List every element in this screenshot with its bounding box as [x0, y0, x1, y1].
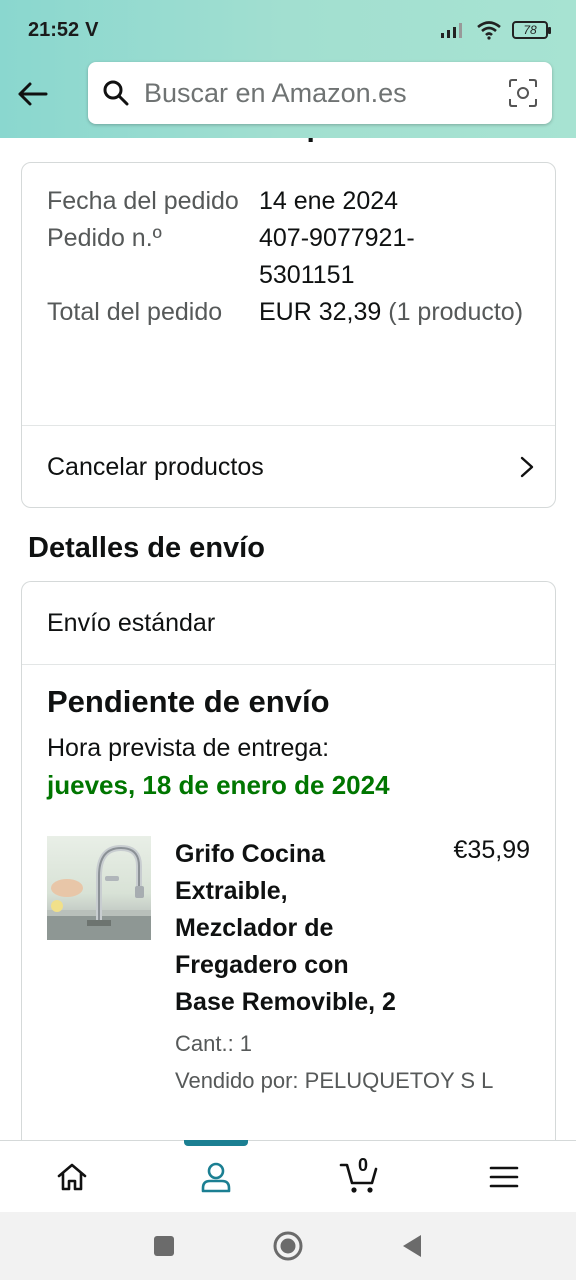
delivery-label: Hora prevista de entrega:	[47, 734, 330, 762]
search-input[interactable]: Buscar en Amazon.es	[88, 62, 552, 124]
status-time-group: 21:52 V	[28, 19, 99, 42]
cart-count: 0	[358, 1155, 369, 1175]
divider	[22, 664, 555, 665]
battery-icon: 78	[512, 21, 551, 39]
account-icon	[201, 1162, 231, 1192]
product-quantity: Cant.: 1	[175, 1031, 253, 1056]
shipment-status: Pendiente de envío	[47, 684, 330, 719]
order-total-value-group: EUR 32,39 (1 producto)	[259, 294, 530, 331]
system-nav-bar	[0, 1212, 576, 1280]
faucet-image	[47, 844, 151, 940]
signal-icon	[441, 23, 462, 38]
search-placeholder: Buscar en Amazon.es	[144, 77, 407, 108]
back-triangle-icon[interactable]	[400, 1233, 424, 1259]
order-summary-card: Fecha del pedido 14 ene 2024 Pedido n.º …	[21, 162, 556, 508]
chevron-right-icon	[520, 456, 534, 478]
battery-level: 78	[523, 23, 537, 37]
status-bar: 21:52 V 78	[0, 0, 576, 60]
menu-icon	[489, 1166, 519, 1187]
product-title[interactable]: Grifo Cocina Extraible, Mezclador de Fre…	[175, 836, 415, 1021]
order-info-grid: Fecha del pedido 14 ene 2024 Pedido n.º …	[22, 163, 555, 331]
shipping-section-title: Detalles de envío	[28, 532, 265, 564]
app-header: 21:52 V 78 Buscar en Amazon.es	[0, 0, 576, 138]
order-total-value: EUR 32,39	[259, 298, 382, 326]
recents-icon[interactable]	[152, 1234, 176, 1258]
cancel-products-label: Cancelar productos	[47, 452, 264, 481]
nav-account[interactable]	[144, 1140, 288, 1212]
cancel-products-button[interactable]: Cancelar productos	[22, 425, 555, 507]
nav-home[interactable]	[0, 1141, 144, 1212]
home-icon	[57, 1163, 87, 1190]
product-info: Grifo Cocina Extraible, Mezclador de Fre…	[175, 836, 494, 1099]
shipment-body: Pendiente de envío Hora prevista de entr…	[22, 664, 555, 1099]
order-date-row: Fecha del pedido 14 ene 2024	[47, 183, 530, 220]
nav-menu[interactable]	[432, 1141, 576, 1212]
order-total-row: Total del pedido EUR 32,39 (1 producto)	[47, 294, 530, 331]
back-button[interactable]	[0, 62, 64, 126]
order-date-value: 14 ene 2024	[259, 187, 399, 215]
carrier-icon: V	[85, 18, 99, 41]
camera-scan-icon[interactable]	[508, 78, 538, 108]
home-circle-icon[interactable]	[272, 1230, 304, 1262]
order-total-items: (1 producto)	[388, 298, 524, 326]
active-tab-indicator	[184, 1140, 248, 1146]
search-row: Buscar en Amazon.es	[0, 62, 576, 126]
arrow-left-icon	[18, 82, 48, 106]
nav-cart[interactable]: 0	[288, 1141, 432, 1212]
order-number-label: Pedido n.º	[47, 224, 162, 252]
delivery-date: jueves, 18 de enero de 2024	[47, 770, 390, 800]
product-item[interactable]: Grifo Cocina Extraible, Mezclador de Fre…	[47, 836, 530, 1099]
status-time: 21:52	[28, 18, 80, 41]
wifi-icon	[477, 21, 501, 40]
order-number-row: Pedido n.º 407-9077921-5301151	[47, 220, 530, 294]
product-price: €35,99	[453, 836, 530, 864]
order-total-label: Total del pedido	[47, 298, 223, 326]
shipping-method: Envío estándar	[47, 608, 216, 637]
product-image[interactable]	[47, 836, 151, 940]
status-icons: 78	[440, 20, 551, 40]
search-icon	[103, 80, 129, 106]
bottom-nav: 0	[0, 1140, 576, 1212]
order-date-label: Fecha del pedido	[47, 187, 239, 215]
product-seller: Vendido por: PELUQUETOY S L	[175, 1068, 494, 1093]
shipment-card: Envío estándar Pendiente de envío Hora p…	[21, 581, 556, 1201]
order-number-value: 407-9077921-5301151	[259, 224, 415, 289]
